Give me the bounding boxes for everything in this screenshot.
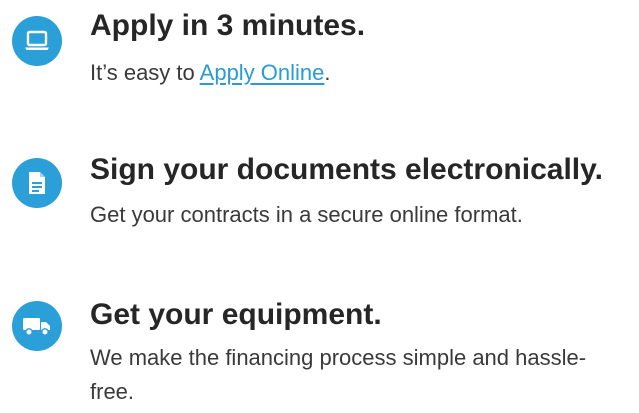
step-description: Get your contracts in a secure online fo… xyxy=(90,202,523,227)
step-description: We make the financing process simple and… xyxy=(90,345,587,404)
description-suffix: . xyxy=(324,60,331,85)
truck-icon xyxy=(12,301,62,351)
step-title: Apply in 3 minutes. xyxy=(90,9,366,42)
laptop-icon xyxy=(12,16,62,66)
step-description: It’s easy to Apply Online. xyxy=(90,56,630,90)
description-prefix: It’s easy to xyxy=(90,60,200,85)
step-title: Sign your documents electronically. xyxy=(90,153,603,186)
document-icon xyxy=(12,158,62,208)
apply-online-link[interactable]: Apply Online xyxy=(200,60,325,85)
step-title: Get your equipment. xyxy=(90,298,382,331)
